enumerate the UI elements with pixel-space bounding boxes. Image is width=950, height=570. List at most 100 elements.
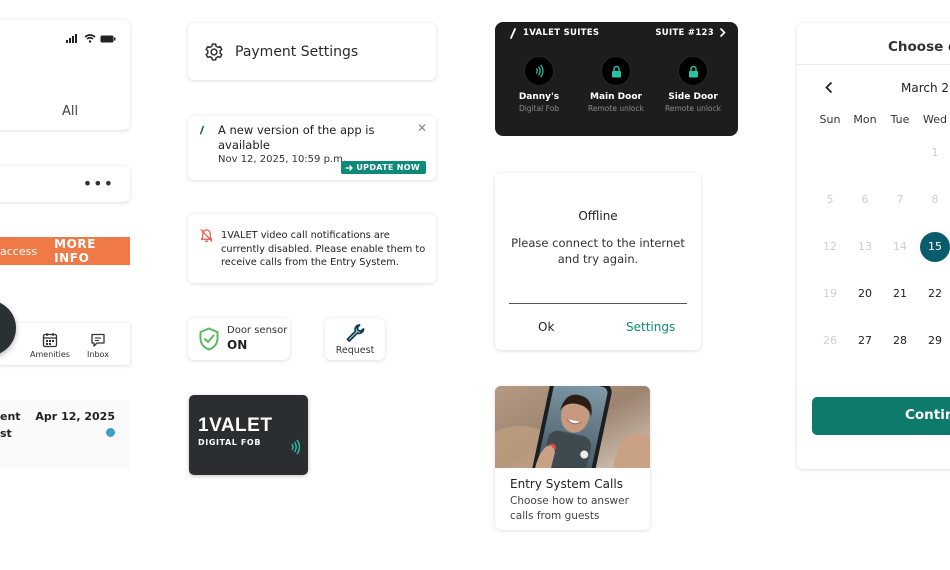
continue-label: Contin	[905, 407, 950, 423]
update-now-label: UPDATE NOW	[356, 163, 420, 172]
update-notification: A new version of the app is available No…	[188, 116, 436, 180]
payment-settings-item[interactable]: Payment Settings	[188, 23, 436, 80]
door-sensor-label: Door sensor	[227, 325, 288, 336]
phone-card: All	[0, 20, 130, 130]
battery-icon	[100, 35, 116, 42]
update-title: A new version of the app is available	[218, 123, 375, 152]
info-banner: access MORE INFO	[0, 237, 130, 265]
calendar-day: 26	[823, 334, 837, 347]
more-info-button[interactable]: MORE INFO	[54, 237, 130, 265]
nav-label-amenities: Amenities	[30, 350, 70, 359]
nfc-icon	[535, 64, 544, 78]
calendar-day: 13	[858, 240, 872, 253]
door-sensor-status: ON	[227, 338, 248, 352]
lock-name: Side Door	[668, 92, 718, 102]
calendar-day: 12	[823, 240, 837, 253]
entry-system-calls-card[interactable]: Entry System Calls Choose how to answer …	[495, 386, 650, 530]
phone-video-call-illustration	[495, 386, 650, 468]
calendar-day: 6	[861, 193, 869, 206]
bottom-nav: Amenities Inbox	[0, 323, 130, 365]
update-date: Nov 12, 2025, 10:59 p.m.	[218, 154, 347, 165]
signal-icon	[66, 34, 77, 43]
notification-message: 1VALET video call notifications are curr…	[221, 230, 426, 268]
gear-icon	[205, 42, 223, 61]
wrench-icon	[346, 324, 365, 342]
chevron-left-icon[interactable]	[825, 81, 833, 94]
lock-item-side-door[interactable]: Side Door Remote unlock	[648, 56, 738, 113]
nav-item-inbox[interactable]: Inbox	[84, 332, 112, 359]
calendar-day: 7	[896, 193, 904, 206]
bell-off-icon	[200, 228, 213, 243]
calendar-day[interactable]: 27	[850, 326, 880, 356]
notifications-disabled-card: 1VALET video call notifications are curr…	[188, 214, 436, 283]
options-card: •••	[0, 166, 130, 202]
tab-all[interactable]: All	[0, 104, 130, 119]
chevron-right-icon[interactable]	[719, 27, 726, 38]
calendar-day[interactable]: 29	[920, 326, 950, 356]
chat-icon	[91, 333, 105, 347]
lock-circle	[678, 56, 708, 86]
request-label: Request	[335, 345, 375, 356]
weekday-label: Tue	[890, 113, 910, 126]
request-button[interactable]: Request	[325, 318, 385, 360]
brand-slash-icon	[200, 125, 204, 135]
digital-fob-card[interactable]: 1VALET DIGITAL FOB	[189, 395, 308, 475]
calendar-day: 8	[931, 193, 939, 206]
weekday-label: Sun	[819, 113, 841, 126]
fob-subtitle: DIGITAL FOB	[198, 438, 262, 447]
divider	[797, 64, 950, 65]
dialog-message: Please connect to the internet and try a…	[511, 236, 685, 266]
calendar-day: 14	[893, 240, 907, 253]
list-item[interactable]: ent st Apr 12, 2025	[0, 400, 130, 468]
unread-dot	[106, 428, 115, 437]
date-picker-card: Choose d March 2 Sun Mon Tue Wed 1 5 6 7…	[797, 23, 950, 469]
calendar-icon	[42, 333, 58, 348]
weekday-label: Wed	[923, 113, 947, 126]
entry-calls-subtitle: Choose how to answer calls from guests	[510, 495, 629, 522]
calendar-day: 19	[823, 287, 837, 300]
nav-item-amenities[interactable]: Amenities	[28, 332, 72, 359]
suites-title: 1VALET SUITES	[523, 28, 600, 38]
entry-calls-title: Entry System Calls	[510, 477, 623, 491]
video-call-photo	[495, 386, 650, 468]
fob-logo: 1VALET	[198, 415, 273, 436]
banner-text: access	[0, 244, 38, 258]
dialog-title: Offline	[578, 209, 618, 223]
calendar-day[interactable]: 28	[885, 326, 915, 356]
lock-icon	[611, 65, 621, 77]
lock-circle	[601, 56, 631, 86]
nfc-icon	[291, 439, 300, 455]
close-icon[interactable]: ✕	[417, 121, 427, 135]
lock-icon	[688, 65, 698, 77]
calendar-day: 5	[826, 193, 834, 206]
brand-slash-icon	[510, 28, 516, 39]
calendar-day[interactable]: 21	[885, 279, 915, 309]
wifi-icon	[84, 34, 96, 43]
ok-button[interactable]: Ok	[538, 320, 554, 334]
continue-button[interactable]: Contin	[812, 397, 950, 435]
calendar-day-selected[interactable]: 15	[920, 232, 950, 262]
status-bar	[66, 34, 116, 43]
lock-subtitle: Remote unlock	[665, 104, 721, 113]
calendar-day[interactable]: 20	[850, 279, 880, 309]
list-item-date: Apr 12, 2025	[35, 410, 115, 423]
more-options-icon[interactable]: •••	[83, 174, 114, 193]
arrow-right-icon	[345, 164, 354, 171]
weekday-label: Mon	[853, 113, 877, 126]
suites-panel: 1VALET SUITES SUITE #123 Danny's Digital…	[495, 22, 738, 136]
month-label: March 2	[901, 81, 950, 95]
list-item-subtitle: st	[0, 427, 12, 440]
calendar-day[interactable]: 22	[920, 279, 950, 309]
divider	[509, 303, 687, 304]
shield-check-icon	[199, 327, 219, 351]
list-item-title: ent	[0, 410, 21, 423]
payment-settings-label: Payment Settings	[235, 43, 359, 60]
suite-number[interactable]: SUITE #123	[655, 28, 714, 38]
nav-label-inbox: Inbox	[87, 350, 109, 359]
settings-button[interactable]: Settings	[626, 320, 675, 334]
door-sensor-widget: Door sensor ON	[188, 318, 290, 360]
lock-circle	[524, 56, 554, 86]
date-picker-title: Choose d	[888, 39, 950, 55]
calendar-day: 1	[931, 146, 939, 159]
update-now-button[interactable]: UPDATE NOW	[341, 161, 426, 174]
